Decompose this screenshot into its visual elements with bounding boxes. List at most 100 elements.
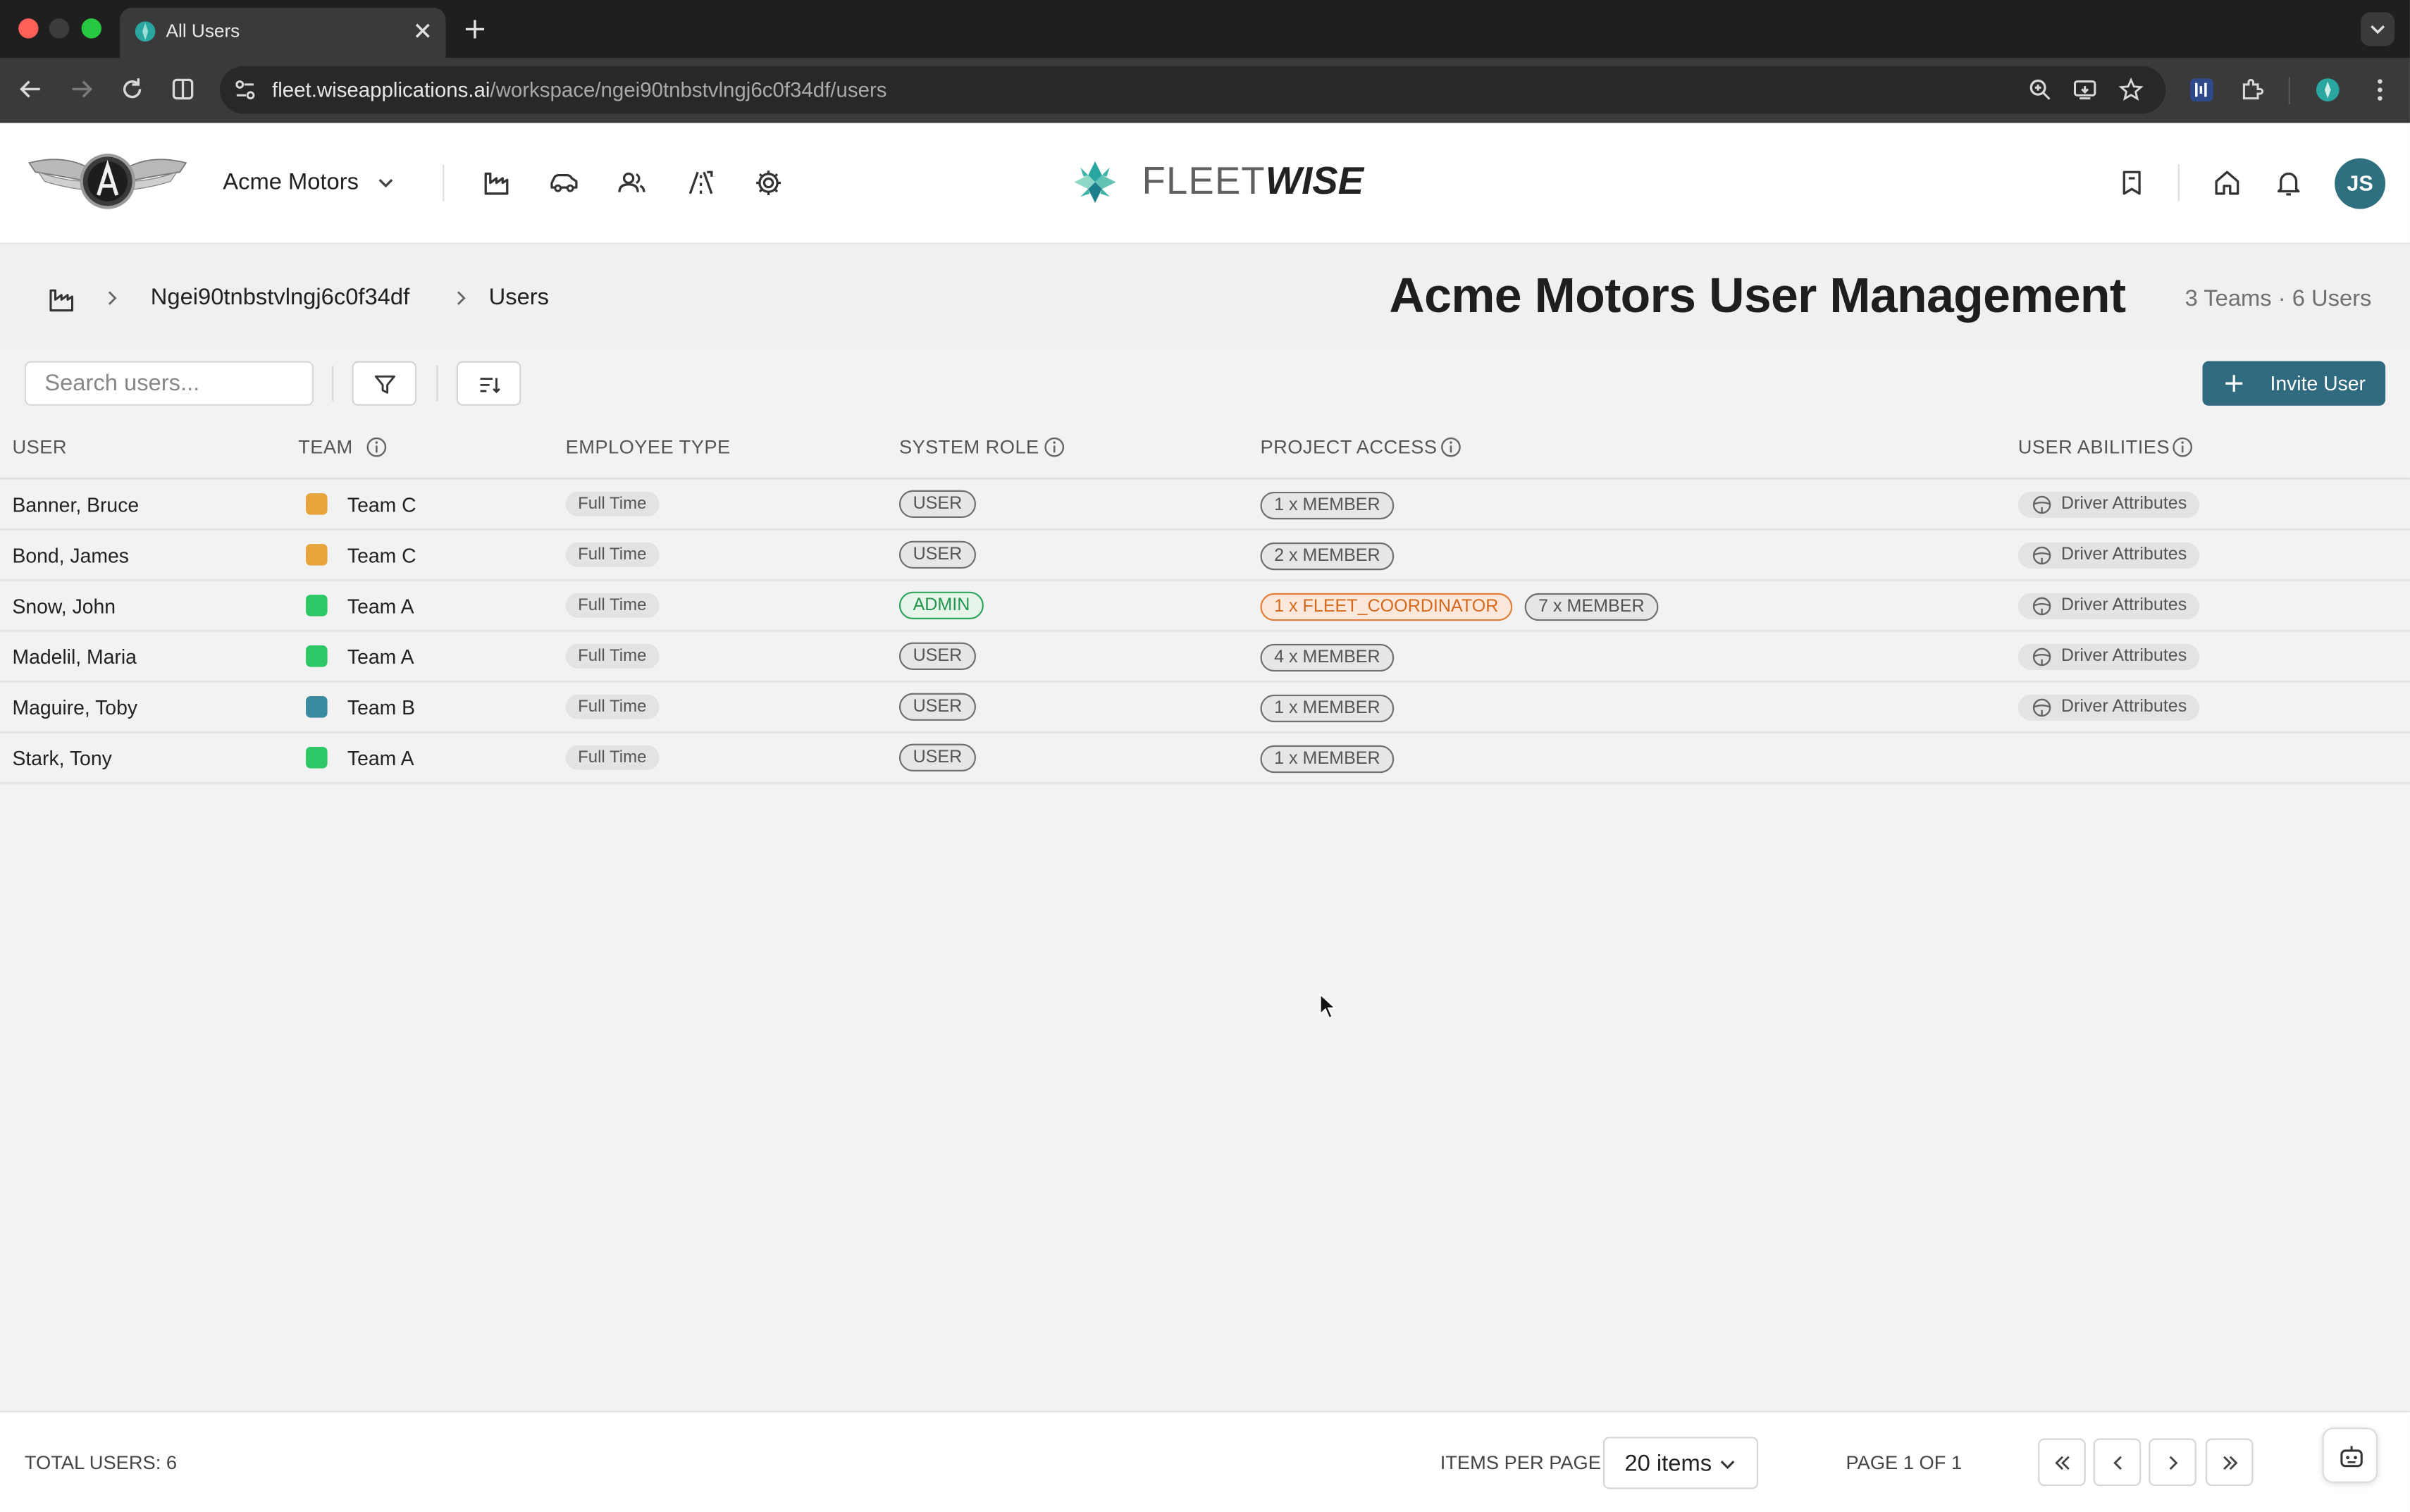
gear-icon[interactable] [753, 168, 784, 199]
project-access-chip[interactable]: 1 x MEMBER [1260, 491, 1395, 520]
car-icon[interactable] [549, 168, 580, 199]
column-header-system-role[interactable]: SYSTEM ROLE [899, 436, 1039, 458]
browser-tabstrip: All Users [0, 0, 2410, 58]
column-header-user-abilities[interactable]: USER ABILITIES [2018, 436, 2170, 458]
project-access-chip[interactable]: 2 x MEMBER [1260, 542, 1395, 571]
brand-bold-text: WISE [1265, 159, 1364, 203]
chevron-right-icon [2169, 1456, 2178, 1470]
team-color-swatch [306, 595, 328, 616]
column-header-project-access[interactable]: PROJECT ACCESS [1261, 436, 1438, 458]
browser-toolbar: fleet.wiseapplications.ai/workspace/ngei… [0, 58, 2410, 123]
back-arrow-icon[interactable] [17, 75, 44, 103]
bell-icon[interactable] [2273, 168, 2304, 199]
search-box[interactable] [24, 361, 314, 406]
steering-wheel-icon [2032, 647, 2051, 667]
chevron-right-icon [108, 291, 117, 305]
assistant-button[interactable] [2322, 1427, 2378, 1483]
table-row[interactable]: Maguire, Toby Team B Full Time USER 1 x … [0, 682, 2410, 733]
route-icon[interactable] [686, 168, 717, 199]
employee-type-chip: Full Time [565, 491, 659, 516]
factory-icon[interactable] [481, 168, 512, 199]
home-icon[interactable] [2212, 168, 2243, 199]
project-access-cell: 1 x FLEET_COORDINATOR 7 x MEMBER [1260, 592, 1671, 621]
mouse-cursor-icon [1319, 992, 1337, 1020]
table-row[interactable]: Stark, Tony Team A Full Time USER 1 x ME… [0, 733, 2410, 784]
user-ability-chip[interactable]: Driver Attributes [2017, 491, 2199, 519]
table-row[interactable]: Bond, James Team C Full Time USER 2 x ME… [0, 530, 2410, 581]
split-view-icon[interactable] [169, 75, 197, 103]
search-input[interactable] [26, 362, 312, 404]
window-minimize-button[interactable] [49, 18, 70, 39]
project-access-chip[interactable]: 1 x MEMBER [1260, 745, 1395, 774]
table-row[interactable]: Snow, John Team A Full Time ADMIN 1 x FL… [0, 581, 2410, 632]
page-indicator: PAGE 1 OF 1 [1846, 1452, 1963, 1474]
user-name[interactable]: Bond, James [12, 544, 128, 567]
user-ability-chip[interactable]: Driver Attributes [2017, 542, 2199, 569]
user-name[interactable]: Banner, Bruce [12, 493, 139, 516]
fleetwise-logo-icon [1074, 161, 1116, 203]
factory-icon[interactable] [48, 286, 75, 314]
tab-title: All Users [166, 20, 240, 42]
filter-button[interactable] [352, 361, 417, 406]
profile-icon[interactable] [2315, 77, 2341, 103]
column-header-employee-type[interactable]: EMPLOYEE TYPE [566, 436, 731, 458]
browser-tab-active[interactable]: All Users [120, 7, 446, 58]
avatar[interactable]: JS [2335, 158, 2386, 209]
steering-wheel-icon [2032, 546, 2051, 565]
invite-user-button[interactable]: Invite User [2202, 361, 2386, 406]
project-access-chip[interactable]: 1 x FLEET_COORDINATOR [1260, 593, 1512, 621]
team-name: Team A [347, 595, 414, 618]
team-color-swatch [306, 696, 328, 718]
info-icon[interactable] [1440, 436, 1462, 458]
user-name[interactable]: Maguire, Toby [12, 696, 137, 719]
users-icon[interactable] [617, 168, 648, 199]
user-ability-label: Driver Attributes [2060, 647, 2187, 666]
sort-button[interactable] [456, 361, 521, 406]
first-page-button[interactable] [2038, 1438, 2086, 1487]
chevron-down-icon [1720, 1461, 1735, 1470]
zoom-icon[interactable] [2027, 77, 2053, 103]
user-ability-chip[interactable]: Driver Attributes [2017, 694, 2199, 721]
user-name[interactable]: Madelil, Maria [12, 645, 136, 669]
install-app-icon[interactable] [2072, 77, 2098, 103]
employee-type-chip: Full Time [565, 643, 659, 669]
reload-icon[interactable] [118, 75, 146, 103]
bookmark-star-icon[interactable] [2118, 77, 2144, 103]
tab-close-icon[interactable] [412, 20, 434, 42]
column-header-team[interactable]: TEAM [298, 436, 352, 458]
breadcrumb-users[interactable]: Users [489, 285, 549, 311]
new-tab-icon[interactable] [461, 16, 488, 43]
forward-arrow-icon[interactable] [68, 75, 95, 103]
extension-icon[interactable] [2189, 77, 2215, 103]
items-per-page-select[interactable]: 20 items [1602, 1437, 1759, 1489]
column-header-user[interactable]: USER [12, 436, 66, 458]
org-name[interactable]: Acme Motors [223, 169, 359, 195]
info-icon[interactable] [366, 436, 388, 458]
table-row[interactable]: Madelil, Maria Team A Full Time USER 4 x… [0, 631, 2410, 683]
info-icon[interactable] [2172, 436, 2194, 458]
project-access-chip[interactable]: 4 x MEMBER [1260, 643, 1395, 672]
puzzle-extensions-icon[interactable] [2239, 77, 2266, 103]
project-access-chip[interactable]: 7 x MEMBER [1524, 593, 1659, 621]
info-icon[interactable] [1044, 436, 1065, 458]
chevron-down-icon[interactable] [375, 172, 397, 194]
user-ability-chip[interactable]: Driver Attributes [2017, 643, 2199, 670]
address-bar[interactable]: fleet.wiseapplications.ai/workspace/ngei… [219, 66, 2166, 114]
user-ability-chip[interactable]: Driver Attributes [2017, 593, 2199, 619]
bookmark-icon[interactable] [2116, 168, 2147, 199]
user-name[interactable]: Stark, Tony [12, 747, 111, 770]
previous-page-button[interactable] [2093, 1438, 2142, 1487]
site-info-icon[interactable] [232, 77, 258, 103]
breadcrumb-workspace[interactable]: Ngei90tnbstvlngj6c0f34df [151, 285, 409, 311]
next-page-button[interactable] [2149, 1438, 2196, 1487]
acme-logo-icon[interactable] [26, 147, 189, 215]
browser-menu-icon[interactable] [2367, 77, 2393, 103]
tab-search-button[interactable] [2361, 12, 2395, 47]
last-page-button[interactable] [2205, 1438, 2254, 1487]
user-name[interactable]: Snow, John [12, 595, 116, 618]
project-access-chip[interactable]: 1 x MEMBER [1260, 694, 1395, 723]
table-row[interactable]: Banner, Bruce Team C Full Time USER 1 x … [0, 480, 2410, 531]
window-zoom-button[interactable] [81, 18, 101, 39]
team-color-swatch [306, 544, 328, 566]
window-close-button[interactable] [18, 18, 39, 39]
